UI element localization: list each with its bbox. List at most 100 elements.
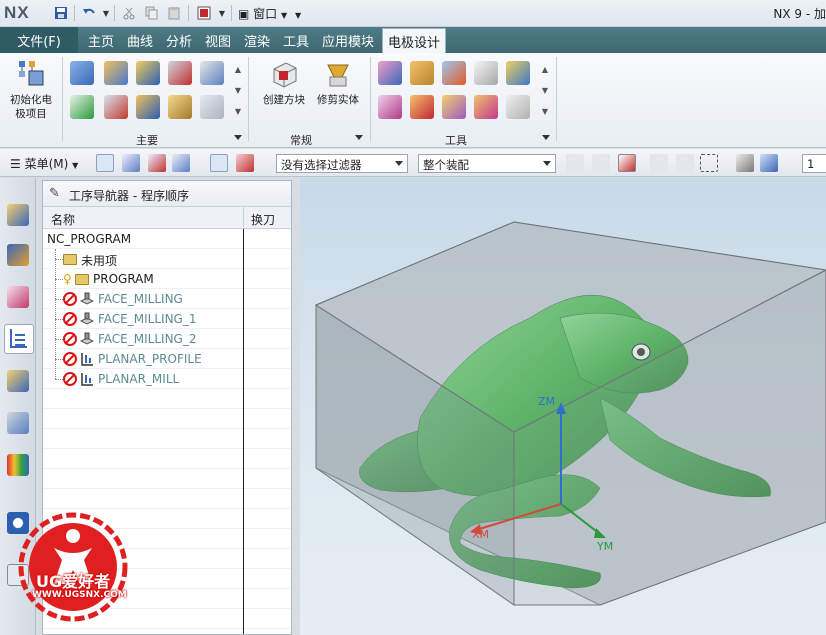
electrode-delete-icon[interactable] xyxy=(168,61,192,85)
tool-icon-5[interactable] xyxy=(506,61,530,85)
undo-dropdown-icon[interactable]: ▼ xyxy=(97,4,115,22)
tab-home[interactable]: 主页 xyxy=(86,27,116,53)
tool-icon-6[interactable] xyxy=(378,95,402,119)
part-navigator-icon[interactable] xyxy=(7,286,29,308)
tree-row[interactable]: PLANAR_MILL xyxy=(43,369,291,389)
column-tool-change[interactable]: 换刀 xyxy=(251,211,275,228)
tool-icon-7[interactable] xyxy=(410,95,434,119)
empty-row xyxy=(43,429,291,449)
snap-control-icon[interactable] xyxy=(676,154,694,172)
command-bar: ☰ 菜单(M) ▼ 没有选择过滤器 整个装配 1 xyxy=(0,149,826,177)
tab-electrode-design[interactable]: 电极设计 xyxy=(382,28,447,53)
selection-scope-icon[interactable] xyxy=(236,154,254,172)
snap-arrow-icon[interactable] xyxy=(592,154,610,172)
tree-row[interactable]: PLANAR_PROFILE xyxy=(43,349,291,369)
tool-icon-1[interactable] xyxy=(378,61,402,85)
create-block-icon xyxy=(268,59,300,89)
constraint-navigator-icon[interactable] xyxy=(7,244,29,266)
hierarchy-icon[interactable] xyxy=(172,154,190,172)
empty-row xyxy=(43,489,291,509)
select-component-icon[interactable] xyxy=(148,154,166,172)
snap-end-icon[interactable] xyxy=(618,154,636,172)
repeat-dropdown-icon[interactable]: ▼ xyxy=(213,4,231,22)
init-electrode-project-button[interactable]: 初始化电极项目 xyxy=(4,59,58,121)
electrode-bom-icon[interactable] xyxy=(136,95,160,119)
repeat-command-icon[interactable] xyxy=(195,4,213,22)
electrode-design-icon[interactable] xyxy=(70,61,94,85)
box-select-icon[interactable] xyxy=(700,154,718,172)
graphics-viewport[interactable]: ZM YM XM xyxy=(300,178,826,635)
electrode-check-icon[interactable] xyxy=(70,95,94,119)
main-group-scroll[interactable]: ▲ ▼ ▼ xyxy=(233,59,243,123)
tree-row[interactable]: FACE_MILLING xyxy=(43,289,291,309)
tree-row-label: NC_PROGRAM xyxy=(47,232,132,246)
selection-mode-icon[interactable] xyxy=(210,154,228,172)
tool-icon-2[interactable] xyxy=(410,61,434,85)
main-group-more-icon[interactable] xyxy=(234,135,242,140)
tab-file[interactable]: 文件(F) xyxy=(0,27,78,53)
no-entry-icon xyxy=(63,312,77,326)
menu-dropdown-icon: ▼ xyxy=(72,161,79,170)
no-entry-icon xyxy=(63,372,77,386)
tool-icon-10[interactable] xyxy=(506,95,530,119)
selection-scope-select[interactable]: 整个装配 xyxy=(418,154,556,173)
snap-mid-icon[interactable] xyxy=(650,154,668,172)
menu-button[interactable]: ☰ 菜单(M) ▼ xyxy=(10,155,78,172)
column-name[interactable]: 名称 xyxy=(51,211,75,228)
tab-view[interactable]: 视图 xyxy=(203,27,233,53)
count-input[interactable]: 1 xyxy=(802,154,826,173)
tool-icon-9[interactable] xyxy=(474,95,498,119)
snap-point-icon[interactable] xyxy=(566,154,584,172)
trim-body-button[interactable]: 修剪实体 xyxy=(312,59,364,107)
tab-curve[interactable]: 曲线 xyxy=(125,27,155,53)
tab-tools[interactable]: 工具 xyxy=(281,27,311,53)
render-style-icon[interactable] xyxy=(736,154,754,172)
tab-applications[interactable]: 应用模块 xyxy=(320,27,376,53)
cut-icon[interactable] xyxy=(120,4,138,22)
navigator-column-header: 名称 换刀 xyxy=(43,207,291,229)
tree-row[interactable]: FACE_MILLING_1 xyxy=(43,309,291,329)
general-group-more-icon[interactable] xyxy=(355,135,363,140)
undo-icon[interactable] xyxy=(80,4,98,22)
electrode-head-icon[interactable] xyxy=(104,61,128,85)
create-block-label: 创建方块 xyxy=(263,94,305,106)
tools-group-more-icon[interactable] xyxy=(542,135,550,140)
navigator-header: ✎ 工序导航器 - 程序顺序 xyxy=(43,181,291,207)
tools-group-scroll[interactable]: ▲ ▼ ▼ xyxy=(540,59,550,123)
tool-icon-4[interactable] xyxy=(474,61,498,85)
watermark-url: WWW.UGSNX.COM xyxy=(32,590,127,600)
select-feature-icon[interactable] xyxy=(96,154,114,172)
tree-row[interactable]: ♀ PROGRAM xyxy=(43,269,291,289)
machining-feature-navigator-icon[interactable] xyxy=(7,412,29,434)
orient-view-icon[interactable] xyxy=(760,154,778,172)
electrode-table-icon[interactable] xyxy=(104,95,128,119)
tree-row[interactable]: 未用项 xyxy=(43,249,291,269)
assembly-icon[interactable] xyxy=(122,154,140,172)
window-menu[interactable]: ▣ 窗口 ▼ ▼ xyxy=(238,5,301,22)
electrode-drawing-icon[interactable] xyxy=(200,95,224,119)
empty-row xyxy=(43,389,291,409)
axis-label-x: XM xyxy=(472,528,490,541)
tree-row-label: 未用项 xyxy=(81,254,118,268)
copy-icon[interactable] xyxy=(142,4,160,22)
save-icon[interactable] xyxy=(52,4,70,22)
type-filter-select[interactable]: 没有选择过滤器 xyxy=(276,154,408,173)
operation-navigator-icon[interactable] xyxy=(4,324,34,354)
electrode-add-icon[interactable] xyxy=(136,61,160,85)
tab-render[interactable]: 渲染 xyxy=(242,27,272,53)
navigator-pin-icon[interactable]: ✎ xyxy=(49,186,60,201)
machine-tool-navigator-icon[interactable] xyxy=(7,370,29,392)
electrode-edit-icon[interactable] xyxy=(200,61,224,85)
empty-row xyxy=(43,469,291,489)
type-filter-value: 没有选择过滤器 xyxy=(281,158,362,172)
tab-analysis[interactable]: 分析 xyxy=(164,27,194,53)
tool-icon-3[interactable] xyxy=(442,61,466,85)
create-block-button[interactable]: 创建方块 xyxy=(258,59,310,107)
electrode-blank-icon[interactable] xyxy=(168,95,192,119)
tree-row[interactable]: FACE_MILLING_2 xyxy=(43,329,291,349)
tree-row[interactable]: NC_PROGRAM xyxy=(43,229,291,249)
tool-icon-8[interactable] xyxy=(442,95,466,119)
reuse-library-icon[interactable] xyxy=(7,454,29,476)
paste-icon[interactable] xyxy=(165,4,183,22)
assembly-navigator-icon[interactable] xyxy=(7,204,29,226)
